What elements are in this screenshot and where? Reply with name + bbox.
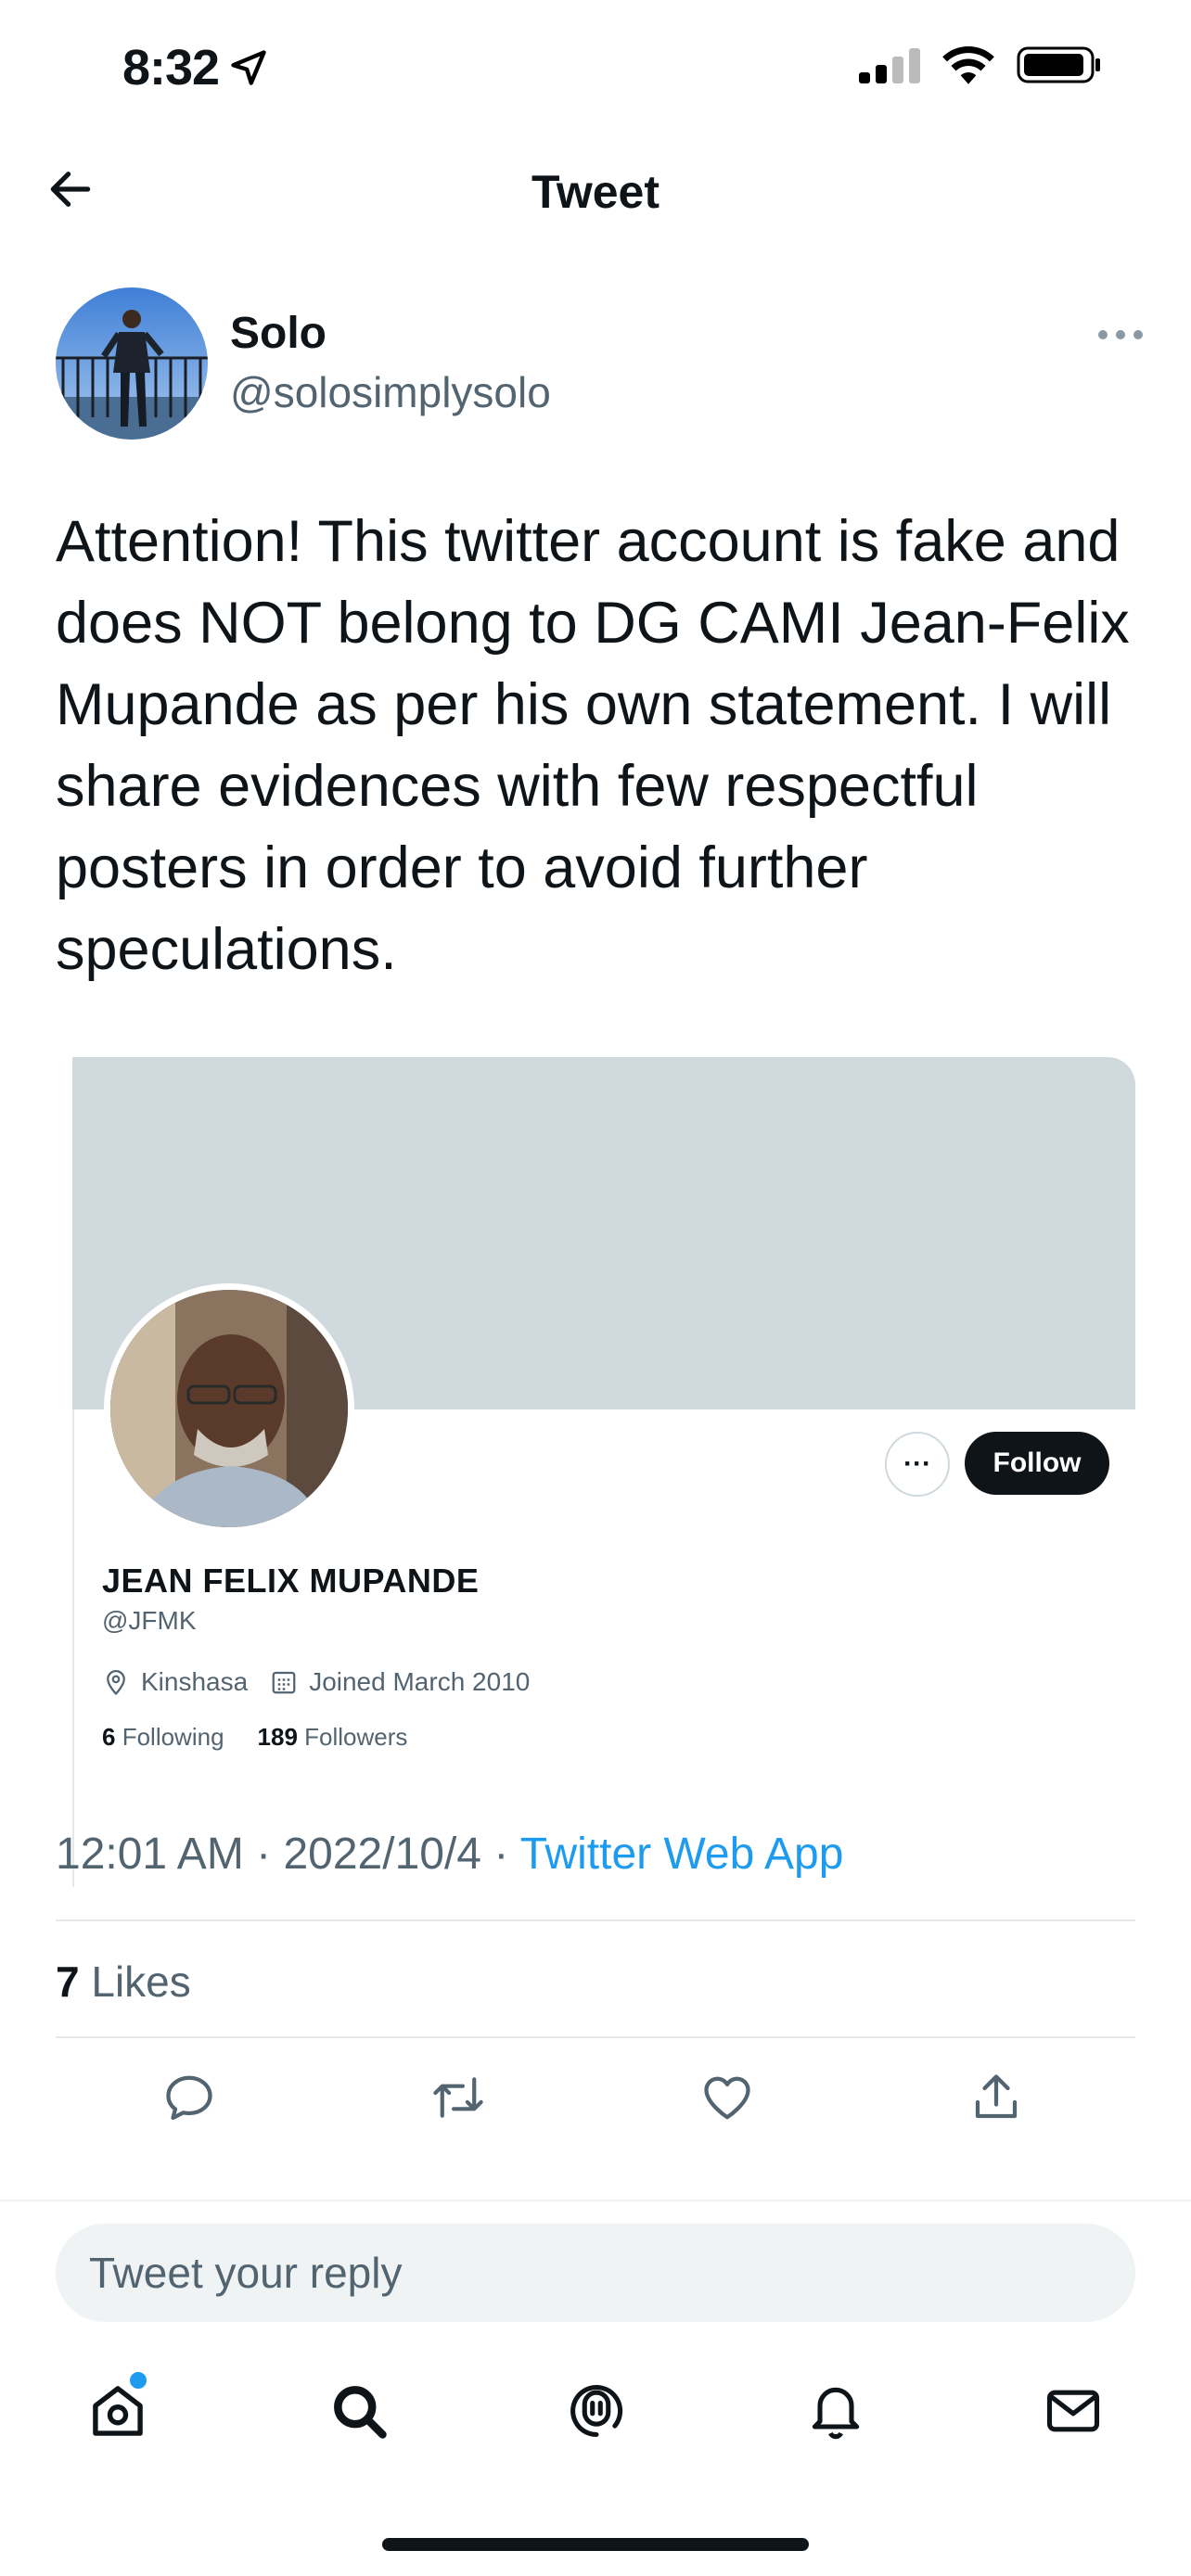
reply-icon [166,2075,212,2121]
location-pin-icon [107,1670,125,1696]
profile-more-button: ··· [885,1432,950,1497]
notification-dot [130,2372,147,2389]
search-icon [334,2386,387,2439]
profile-meta: Kinshasa Joined March 2010 [102,1667,530,1697]
like-button[interactable] [690,2060,764,2135]
wifi-icon [942,46,994,84]
profile-avatar [104,1283,354,1534]
profile-follow-button: Follow [965,1432,1109,1495]
profile-stats: 6 Following 189 Followers [102,1723,407,1752]
divider [56,2036,1135,2038]
profile-name: JEAN FELIX MUPANDE [102,1562,480,1600]
author-name[interactable]: Solo [230,308,327,359]
tab-search[interactable] [317,2374,401,2448]
heart-icon [704,2076,750,2120]
share-button[interactable] [959,2060,1033,2135]
tab-messages[interactable] [1031,2374,1115,2448]
reply-button[interactable] [152,2060,226,2135]
envelope-icon [1046,2390,1100,2432]
profile-joined: Joined March 2010 [309,1667,531,1696]
tab-home[interactable] [76,2372,160,2448]
author-handle[interactable]: @solosimplysolo [230,367,551,417]
followers-stat: 189 Followers [257,1723,408,1751]
page-title: Tweet [531,166,660,218]
location-arrow-icon [231,50,266,85]
home-icon [93,2386,143,2436]
home-indicator[interactable] [382,2538,809,2551]
tab-notifications[interactable] [794,2374,877,2448]
more-horizontal-icon [1098,330,1143,339]
likes-count[interactable]: 7 Likes [56,1957,191,2007]
tweet-timestamp: 12:01 AM · 2022/10/4 · Twitter Web App [56,1830,844,1879]
bottom-tab-bar [0,2372,1191,2448]
divider [56,1919,1135,1921]
tweet-source-link[interactable]: Twitter Web App [520,1830,844,1879]
retweet-button[interactable] [421,2060,495,2135]
battery-icon [1017,46,1100,83]
profile-location: Kinshasa [141,1667,249,1696]
following-stat: 6 Following [102,1723,224,1751]
tab-spaces[interactable] [555,2374,638,2448]
divider [0,2200,1191,2201]
retweet-icon [433,2077,483,2118]
status-icons [857,45,1102,85]
tweet-text: Attention! This twitter account is fake … [56,509,1130,982]
tweet-media-image[interactable]: ··· Follow JEAN FELIX MUPANDE @JFMK Kins… [72,1057,1135,1887]
clock: 8:32 [122,40,220,96]
share-icon [975,2074,1018,2119]
spaces-microphone-icon [570,2384,623,2438]
cellular-signal-icon [859,48,920,83]
status-time: 8:32 [122,39,269,96]
image-edge [72,1409,74,1887]
profile-handle: @JFMK [102,1606,197,1635]
more-options-button[interactable] [1093,321,1148,349]
reply-input[interactable]: Tweet your reply [56,2224,1135,2322]
author-avatar[interactable] [56,287,208,440]
tweet-actions [0,2060,1191,2135]
bell-icon [812,2387,860,2440]
calendar-icon [272,1671,296,1694]
avatar-photo [56,287,208,440]
